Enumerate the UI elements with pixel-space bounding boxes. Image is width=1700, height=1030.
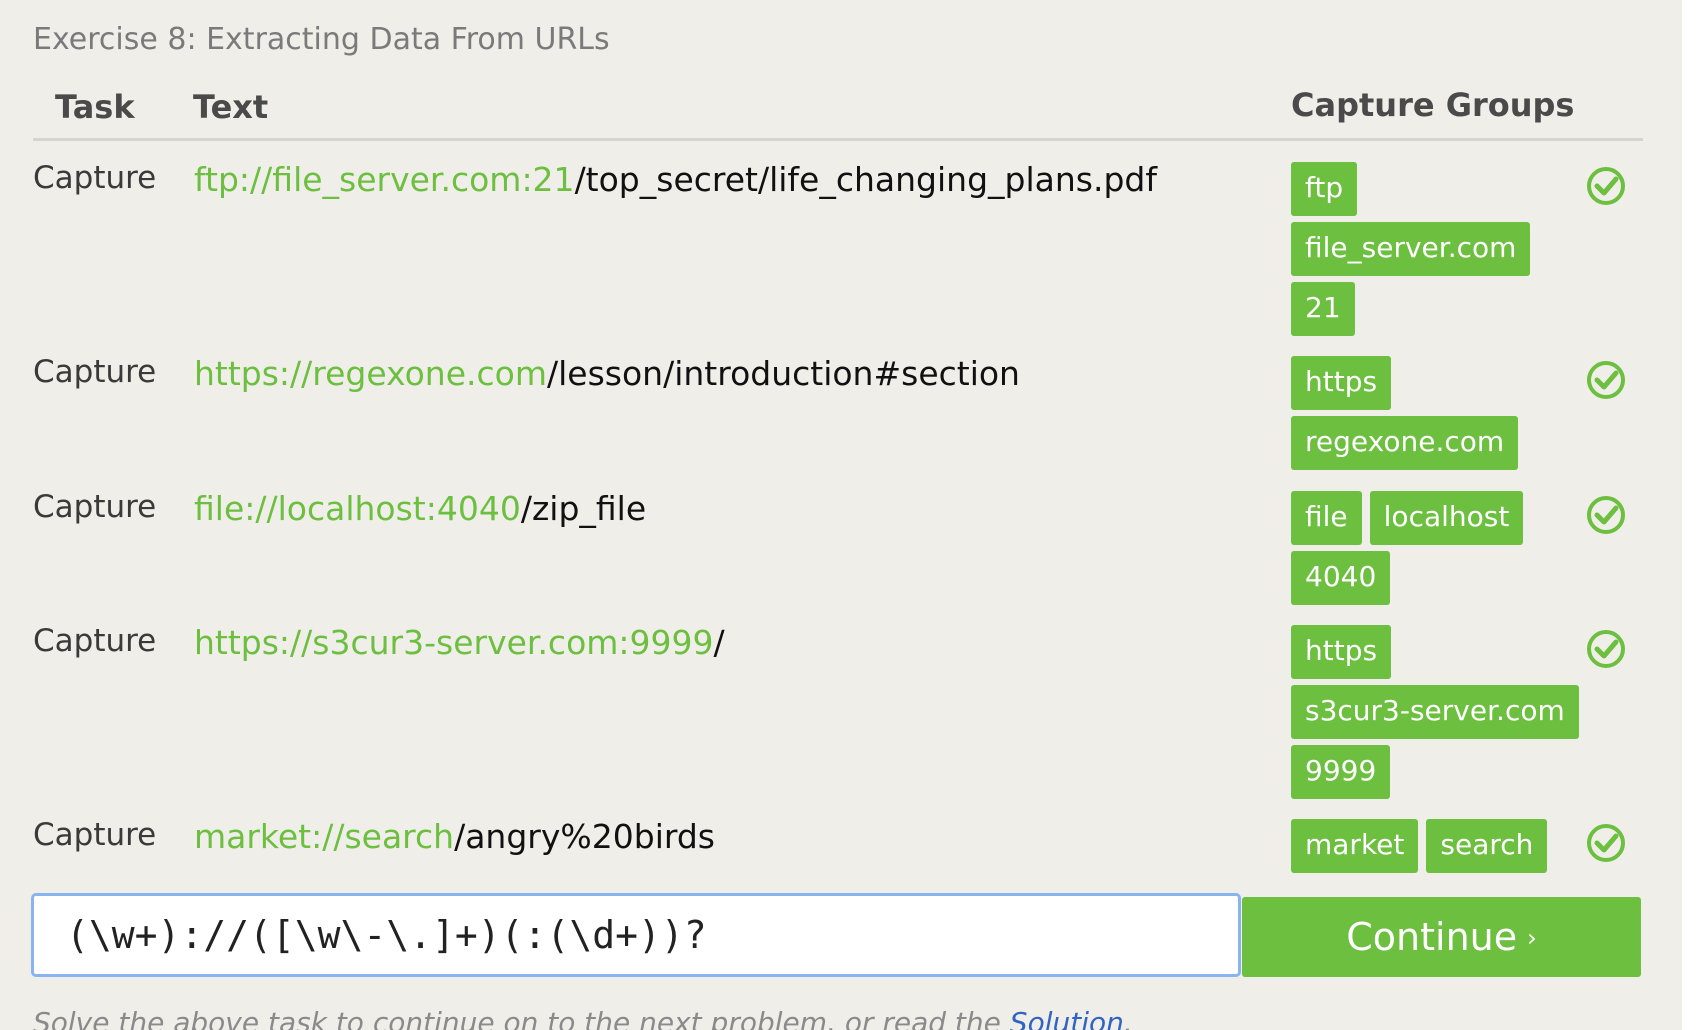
task-label: Capture <box>33 489 157 525</box>
capture-groups: market search <box>1291 819 1591 879</box>
unmatched-text: / <box>713 623 725 662</box>
exercise-panel: Exercise 8: Extracting Data From URLs Ta… <box>0 0 1682 1030</box>
capture-group-pill: file_server.com <box>1291 222 1531 276</box>
task-text: market://search/angry%20birds <box>194 817 715 856</box>
unmatched-text: /lesson/introduction#section <box>547 354 1020 393</box>
check-circle-icon <box>1587 167 1625 205</box>
scrollbar-track[interactable] <box>1682 0 1700 1030</box>
capture-groups: ftp file_server.com 21 <box>1291 162 1591 342</box>
check-circle-icon <box>1587 361 1625 399</box>
capture-group-pill: 9999 <box>1291 745 1391 799</box>
matched-text: ftp://file_server.com:21 <box>194 160 575 199</box>
capture-group-pill: https <box>1291 356 1392 410</box>
task-label: Capture <box>33 817 157 853</box>
capture-group-pill: s3cur3-server.com <box>1291 685 1579 739</box>
matched-text: market://search <box>194 817 455 856</box>
task-text: https://s3cur3-server.com:9999/ <box>194 623 725 662</box>
task-text: file://localhost:4040/zip_file <box>194 489 646 528</box>
task-text: https://regexone.com/lesson/introduction… <box>194 354 1020 393</box>
table-header: Task Text Capture Groups <box>33 84 1643 141</box>
regex-input-wrapper <box>31 893 1241 977</box>
capture-groups: https s3cur3-server.com 9999 <box>1291 625 1591 805</box>
exercise-title: Exercise 8: Extracting Data From URLs <box>33 22 610 57</box>
capture-group-pill: 21 <box>1291 282 1355 336</box>
matched-text: file://localhost:4040 <box>194 489 521 528</box>
check-circle-icon <box>1587 496 1625 534</box>
capture-groups: https regexone.com <box>1291 356 1591 476</box>
capture-group-pill: localhost <box>1369 491 1524 545</box>
capture-group-pill: file <box>1291 491 1362 545</box>
solution-link[interactable]: Solution <box>1010 1006 1124 1030</box>
capture-group-pill: market <box>1291 819 1419 873</box>
column-header-task: Task <box>55 88 135 126</box>
matched-text: https://regexone.com <box>194 354 547 393</box>
footer-end: . <box>1123 1006 1133 1030</box>
capture-group-pill: ftp <box>1291 162 1358 216</box>
continue-button[interactable]: Continue › <box>1242 897 1641 977</box>
capture-group-pill: regexone.com <box>1291 416 1519 470</box>
check-circle-icon <box>1587 824 1625 862</box>
matched-text: https://s3cur3-server.com:9999 <box>194 623 714 662</box>
continue-button-label: Continue <box>1346 915 1518 959</box>
capture-group-pill: 4040 <box>1291 551 1391 605</box>
task-text: ftp://file_server.com:21/top_secret/life… <box>194 160 1157 199</box>
capture-group-pill: search <box>1426 819 1548 873</box>
task-label: Capture <box>33 160 157 196</box>
footer-hint: Solve the above task to continue on to t… <box>33 1006 1133 1030</box>
unmatched-text: /top_secret/life_changing_plans.pdf <box>574 160 1157 199</box>
capture-group-pill: https <box>1291 625 1392 679</box>
task-label: Capture <box>33 623 157 659</box>
footer-text: Solve the above task to continue on to t… <box>33 1006 1010 1030</box>
column-header-text: Text <box>193 88 269 126</box>
task-label: Capture <box>33 354 157 390</box>
chevron-right-icon: › <box>1527 924 1537 952</box>
unmatched-text: /angry%20birds <box>454 817 715 856</box>
capture-groups: file localhost 4040 <box>1291 491 1591 611</box>
unmatched-text: /zip_file <box>520 489 647 528</box>
column-header-capture-groups: Capture Groups <box>1291 86 1575 124</box>
check-circle-icon <box>1587 630 1625 668</box>
regex-input[interactable] <box>34 896 1238 974</box>
